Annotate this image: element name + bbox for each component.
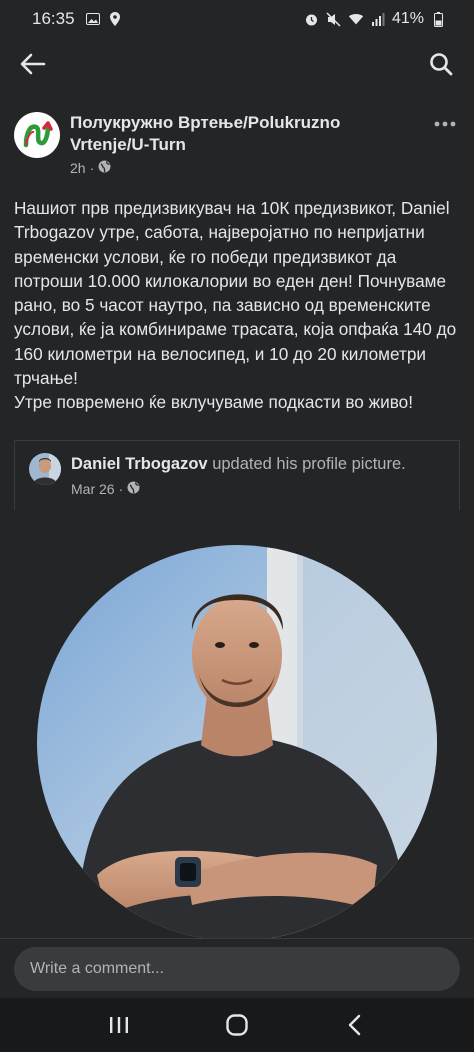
wifi-icon [348, 12, 364, 26]
chevron-left-icon[interactable] [335, 1005, 375, 1045]
comment-bar [0, 938, 474, 998]
shared-post-card[interactable]: Daniel Trbogazov updated his profile pic… [14, 440, 460, 510]
post-meta: 2h · [70, 160, 400, 176]
shared-date[interactable]: Mar 26 [71, 481, 115, 497]
shared-meta: Mar 26 · [71, 481, 140, 497]
profile-picture[interactable] [37, 545, 437, 941]
more-dots-icon[interactable] [430, 114, 460, 134]
status-time: 16:35 [32, 9, 75, 28]
location-icon [107, 12, 123, 26]
post-time[interactable]: 2h [70, 160, 86, 176]
post-body-text: Нашиот прв предизвикувач на 10К предизви… [14, 198, 457, 413]
home-icon[interactable] [217, 1005, 257, 1045]
page-logo-icon [23, 121, 53, 148]
search-icon[interactable] [426, 49, 456, 79]
status-bar: 16:35 41% [0, 0, 474, 38]
mute-icon [326, 11, 342, 27]
shared-avatar[interactable] [29, 453, 61, 485]
page-avatar[interactable] [14, 112, 60, 158]
signal-icon [370, 12, 386, 26]
battery-icon [430, 11, 446, 27]
battery-percent: 41% [391, 10, 424, 27]
globe-icon [127, 481, 140, 497]
gallery-icon [85, 12, 101, 26]
shared-action-text: updated his profile picture. [212, 455, 406, 473]
system-nav-bar [0, 998, 474, 1052]
app-bar [0, 38, 474, 90]
shared-author-name[interactable]: Daniel Trbogazov [71, 455, 208, 473]
post-text: Нашиот прв предизвикувач на 10К предизви… [14, 196, 466, 415]
arrow-left-icon[interactable] [18, 49, 48, 79]
page-name[interactable]: Полукружно Вртење/Polukruzno Vrtenje/U-T… [70, 112, 400, 156]
globe-icon [98, 160, 111, 176]
alarm-icon [304, 12, 320, 26]
comment-input[interactable] [14, 947, 460, 991]
post-header: Полукружно Вртење/Polukruzno Vrtenje/U-T… [14, 112, 460, 176]
recents-icon[interactable] [99, 1005, 139, 1045]
